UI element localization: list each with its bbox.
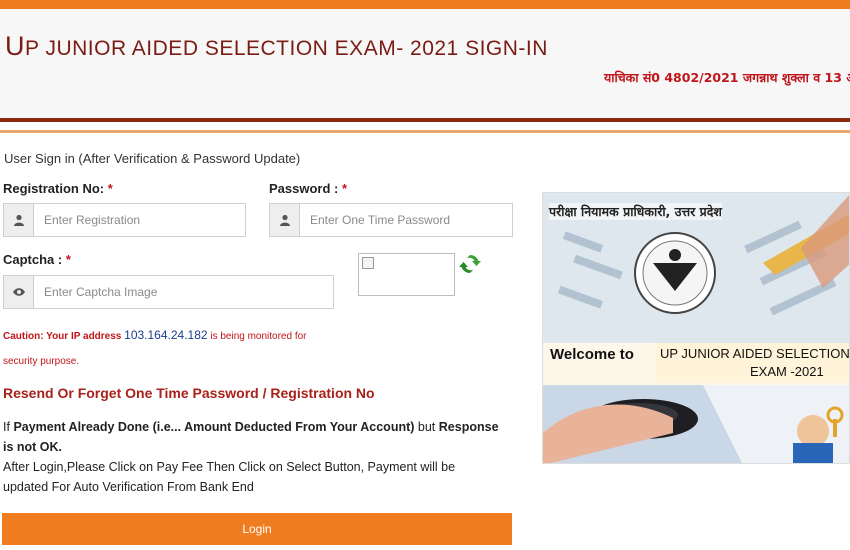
password-input[interactable]: [300, 204, 512, 236]
banner-exam-name: UP JUNIOR AIDED SELECTION EXAM -2021: [656, 343, 850, 383]
welcome-banner: परीक्षा नियामक प्राधिकारी, उत्तर प्रदेश …: [542, 192, 850, 464]
registration-label: Registration No: *: [3, 181, 113, 196]
banner-illustration: [543, 193, 849, 463]
ip-caution-notice: Caution: Your IP address 103.164.24.182 …: [3, 323, 333, 374]
banner-welcome-text: Welcome to: [550, 346, 634, 363]
banner-hindi-title: परीक्षा नियामक प्राधिकारी, उत्तर प्रदेश: [549, 203, 722, 220]
page: UP JUNIOR AIDED SELECTION EXAM- 2021 SIG…: [0, 0, 850, 550]
registration-field: [3, 203, 246, 237]
captcha-label-text: Captcha :: [3, 252, 63, 267]
password-label-text: Password :: [269, 181, 339, 196]
resend-otp-link[interactable]: Resend Or Forget One Time Password / Reg…: [3, 385, 375, 401]
refresh-captcha-icon[interactable]: [458, 252, 482, 276]
user-icon: [270, 204, 300, 236]
page-title-text: P JUNIOR AIDED SELECTION EXAM- 2021 SIGN…: [25, 37, 548, 60]
captcha-field: [3, 275, 334, 309]
info-instruction: After Login,Please Click on Pay Fee Then…: [3, 460, 456, 494]
required-marker: *: [65, 252, 71, 267]
password-field: [269, 203, 513, 237]
banner-exam-line2: EXAM -2021: [750, 364, 824, 379]
info-text: but: [417, 420, 436, 434]
password-label: Password : *: [269, 181, 347, 196]
ip-address: 103.164.24.182: [124, 328, 208, 342]
registration-label-text: Registration No:: [3, 181, 105, 196]
info-text: If: [3, 420, 10, 434]
caution-prefix: Caution: Your IP address: [3, 331, 122, 342]
sign-in-section-title: User Sign in (After Verification & Passw…: [4, 151, 301, 166]
info-emphasis: Payment Already Done (i.e... Amount Dedu…: [13, 420, 415, 434]
page-title-initial: U: [5, 31, 25, 61]
payment-info: If Payment Already Done (i.e... Amount D…: [3, 417, 503, 497]
broken-image-icon: [362, 257, 374, 269]
top-accent-stripe: [0, 0, 850, 9]
banner-exam-line1: UP JUNIOR AIDED SELECTION: [660, 346, 850, 361]
captcha-image: [358, 253, 455, 296]
eye-icon: [4, 276, 34, 308]
court-notice: याचिका सं0 4802/2021 जगन्नाथ शुक्ला व 13…: [604, 70, 850, 85]
registration-input[interactable]: [34, 204, 245, 236]
user-icon: [4, 204, 34, 236]
captcha-label: Captcha : *: [3, 252, 71, 267]
page-title: UP JUNIOR AIDED SELECTION EXAM- 2021 SIG…: [5, 31, 548, 62]
required-marker: *: [107, 181, 113, 196]
login-button[interactable]: Login: [2, 513, 512, 545]
required-marker: *: [341, 181, 348, 196]
header-divider: [0, 130, 850, 133]
page-header: UP JUNIOR AIDED SELECTION EXAM- 2021 SIG…: [0, 9, 850, 122]
captcha-input[interactable]: [34, 276, 333, 308]
